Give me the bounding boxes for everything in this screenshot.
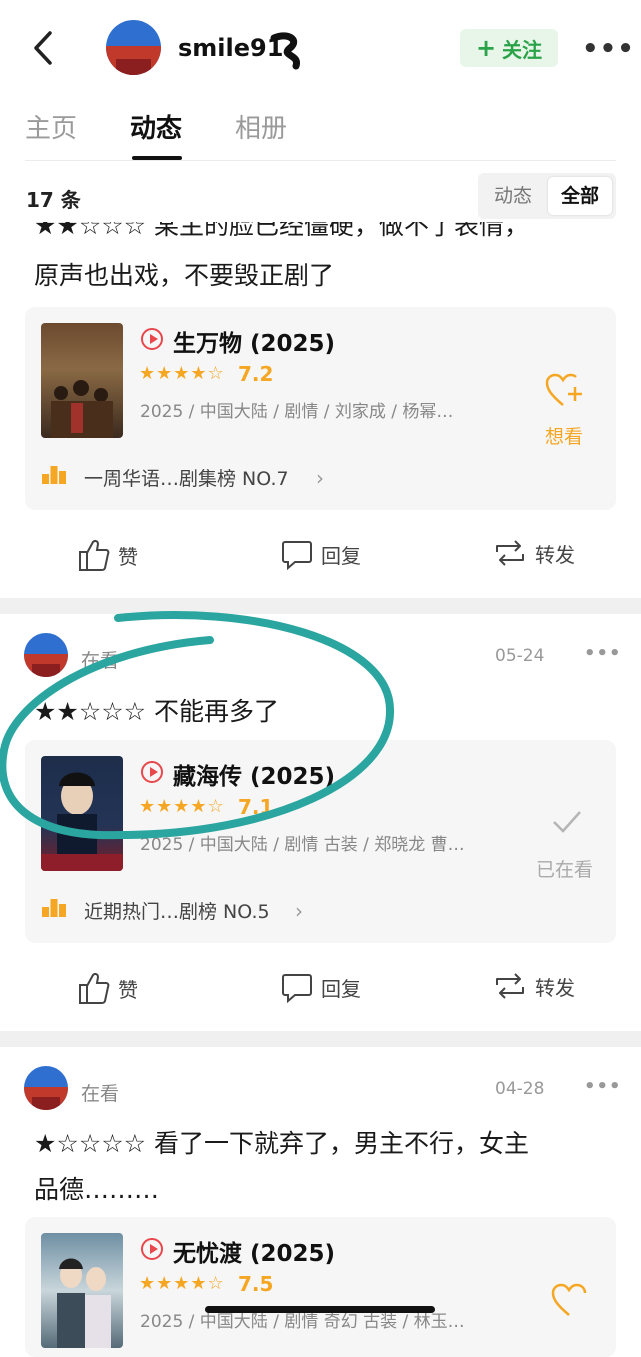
movie-poster [41,1233,123,1348]
ranking-icon [42,462,66,484]
repost-icon [496,540,524,566]
already-watching-button[interactable]: 已在看 [536,855,593,882]
post-text: 品德……… [34,1175,160,1204]
post-text: ★★☆☆☆ 某主的脸已经僵硬，做不了表情， [34,222,530,240]
play-icon [141,1238,163,1260]
avatar[interactable] [24,1066,68,1110]
movie-title: 生万物 (2025) [173,331,336,357]
thumbs-up-icon [79,539,110,571]
scribble-redaction [270,30,310,70]
repost-icon [496,973,524,999]
filter-option-activity[interactable]: 动态 [482,177,544,215]
movie-card[interactable]: 生万物 (2025) ★★★★☆ 7.2 2025 / 中国大陆 / 剧情 / … [25,307,616,510]
chevron-right-icon: › [295,899,303,923]
avatar[interactable] [106,20,161,75]
post-date: 05-24 [495,646,545,666]
like-button[interactable]: 赞 [78,971,138,1005]
comment-icon [282,541,312,570]
repost-button[interactable]: 转发 [493,538,575,568]
ranking-icon [42,895,66,917]
plus-icon: + [475,34,497,62]
check-icon[interactable] [551,808,583,836]
tabs-divider [25,160,616,161]
heart-plus-icon[interactable] [545,373,585,409]
movie-card[interactable]: 无忧渡 (2025) ★★★★☆ 7.5 2025 / 中国大陆 / 剧情 奇幻… [25,1217,616,1357]
follow-button[interactable]: + 关注 [460,29,558,67]
post-more-icon[interactable]: ••• [584,643,622,664]
post-text: ★☆☆☆☆ 看了一下就弃了，男主不行，女主 [34,1129,530,1158]
rating-score: 7.2 [238,362,274,386]
tab-activity[interactable]: 动态 [130,108,182,145]
username: smile91 [178,34,284,62]
star-rating: ★★★★☆ [139,1273,225,1294]
comment-icon [282,974,312,1003]
more-options-icon[interactable]: ••• [582,34,635,64]
ranking-link[interactable]: 一周华语…剧集榜 NO.7 [84,464,289,491]
item-count: 17 条 [26,188,81,212]
play-icon [141,328,163,350]
star-rating: ★★★★☆ [139,363,225,384]
post-date: 04-28 [495,1079,545,1099]
heart-plus-icon[interactable] [551,1283,591,1319]
reply-button[interactable]: 回复 [281,971,361,1003]
chevron-right-icon: › [316,466,324,490]
repost-button[interactable]: 转发 [493,971,575,1001]
movie-poster [41,323,123,438]
circle-annotation [0,610,400,850]
want-to-watch-button[interactable]: 想看 [545,422,583,449]
thumbs-up-icon [79,972,110,1004]
home-indicator [205,1306,435,1313]
like-button[interactable]: 赞 [78,538,138,572]
ranking-link[interactable]: 近期热门…剧榜 NO.5 [84,897,270,924]
rating-score: 7.5 [238,1272,274,1296]
post-more-icon[interactable]: ••• [584,1076,622,1097]
tab-home[interactable]: 主页 [25,108,77,145]
tab-album[interactable]: 相册 [235,108,287,145]
movie-meta: 2025 / 中国大陆 / 剧情 / 刘家成 / 杨幂… [140,402,454,422]
filter-option-all[interactable]: 全部 [548,177,612,215]
watch-status: 在看 [81,1083,120,1105]
section-divider [0,1031,641,1047]
reply-button[interactable]: 回复 [281,538,361,570]
movie-title: 无忧渡 (2025) [173,1241,336,1267]
back-icon[interactable] [30,28,60,68]
post-text: 原声也出戏，不要毁正剧了 [34,261,335,290]
